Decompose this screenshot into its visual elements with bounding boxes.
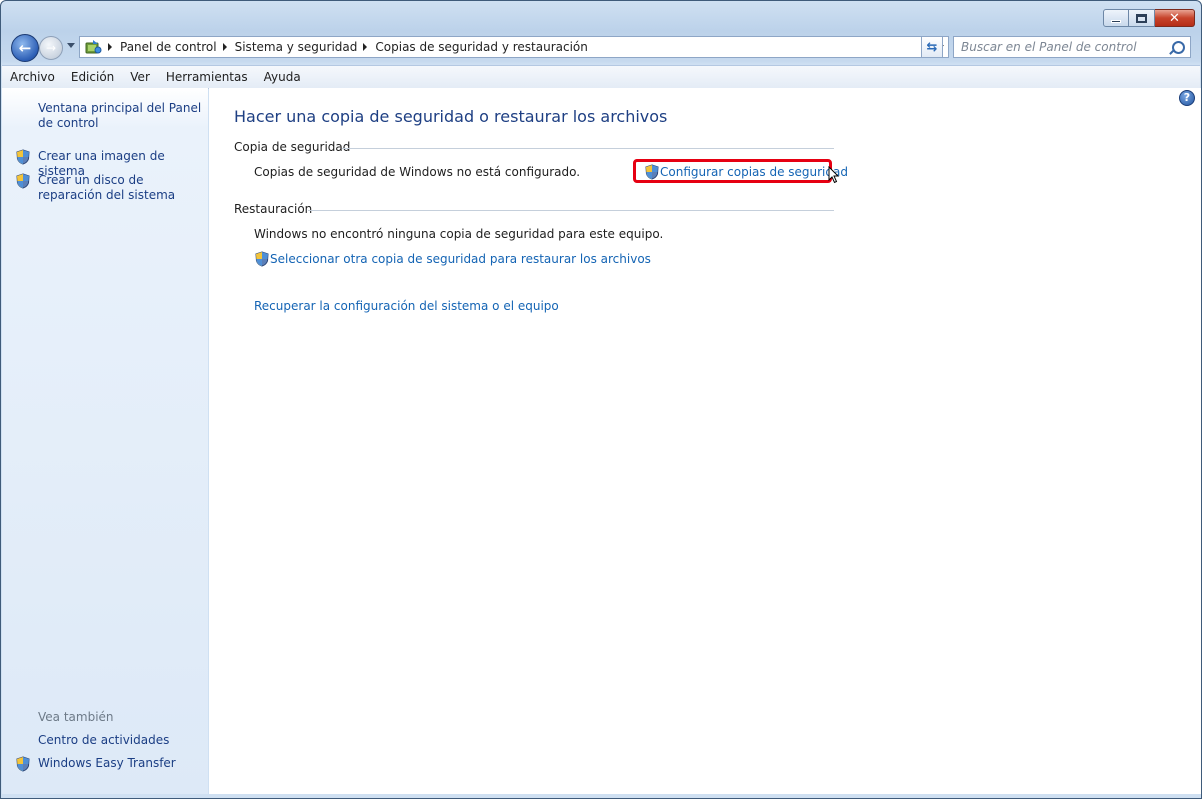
breadcrumb-sistema-y-seguridad[interactable]: Sistema y seguridad bbox=[235, 40, 358, 54]
shield-icon bbox=[16, 149, 30, 165]
search-input[interactable]: Buscar en el Panel de control bbox=[953, 36, 1191, 58]
section-divider bbox=[342, 148, 834, 149]
shield-icon bbox=[255, 251, 269, 267]
menu-ayuda[interactable]: Ayuda bbox=[256, 70, 309, 84]
menu-bar: Archivo Edición Ver Herramientas Ayuda bbox=[2, 65, 1200, 89]
highlight-box bbox=[633, 159, 832, 183]
shield-icon bbox=[16, 173, 30, 189]
restore-section-heading: Restauración bbox=[234, 202, 313, 216]
minimize-icon bbox=[1111, 19, 1121, 23]
forward-button[interactable]: → bbox=[39, 36, 63, 60]
window: ✕ ← → Panel de control Sistema y segurid… bbox=[0, 0, 1202, 799]
forward-icon: → bbox=[45, 41, 57, 55]
control-panel-home-link[interactable]: Ventana principal del Panel de control bbox=[38, 101, 203, 131]
help-icon[interactable]: ? bbox=[1179, 90, 1195, 106]
navigation-bar: ← → Panel de control Sistema y seguridad… bbox=[9, 33, 1195, 62]
create-repair-disc-link[interactable]: Crear un disco de reparación del sistema bbox=[38, 173, 198, 203]
maximize-icon bbox=[1136, 13, 1147, 23]
menu-herramientas[interactable]: Herramientas bbox=[158, 70, 256, 84]
back-button[interactable]: ← bbox=[11, 34, 39, 62]
breadcrumb-copias-de-seguridad[interactable]: Copias de seguridad y restauración bbox=[375, 40, 587, 54]
close-icon: ✕ bbox=[1169, 10, 1180, 26]
backup-section-heading: Copia de seguridad bbox=[234, 140, 351, 154]
menu-ver[interactable]: Ver bbox=[122, 70, 158, 84]
refresh-icon: ⇆ bbox=[926, 39, 938, 55]
caption-buttons: ✕ bbox=[1103, 9, 1195, 27]
breadcrumb-panel-de-control[interactable]: Panel de control bbox=[120, 40, 217, 54]
maximize-button[interactable] bbox=[1129, 9, 1155, 27]
backup-status-text: Copias de seguridad de Windows no está c… bbox=[254, 165, 581, 179]
menu-archivo[interactable]: Archivo bbox=[2, 70, 63, 84]
menu-edicion[interactable]: Edición bbox=[63, 70, 122, 84]
search-icon[interactable] bbox=[1172, 41, 1185, 54]
task-pane: Ventana principal del Panel de control C… bbox=[2, 88, 208, 794]
search-placeholder: Buscar en el Panel de control bbox=[961, 40, 1137, 54]
refresh-button[interactable]: ⇆ bbox=[921, 36, 943, 58]
windows-easy-transfer-link[interactable]: Windows Easy Transfer bbox=[38, 756, 176, 771]
breadcrumb-separator[interactable] bbox=[108, 43, 112, 51]
minimize-button[interactable] bbox=[1103, 9, 1129, 27]
section-divider bbox=[308, 210, 834, 211]
shield-icon bbox=[16, 756, 30, 772]
cursor-icon bbox=[828, 166, 840, 184]
back-icon: ← bbox=[18, 39, 32, 57]
recover-system-settings-link[interactable]: Recuperar la configuración del sistema o… bbox=[254, 299, 559, 313]
control-panel-icon bbox=[85, 40, 102, 54]
breadcrumb-separator[interactable] bbox=[363, 43, 368, 51]
breadcrumb-separator[interactable] bbox=[222, 43, 227, 51]
content-pane: ? Hacer una copia de seguridad o restaur… bbox=[209, 88, 1201, 794]
action-center-link[interactable]: Centro de actividades bbox=[38, 733, 169, 748]
recent-pages-dropdown[interactable] bbox=[67, 43, 75, 48]
select-other-backup-link[interactable]: Seleccionar otra copia de seguridad para… bbox=[270, 252, 651, 266]
see-also-heading: Vea también bbox=[38, 710, 114, 724]
restore-status-text: Windows no encontró ninguna copia de seg… bbox=[254, 227, 664, 241]
page-title: Hacer una copia de seguridad o restaurar… bbox=[234, 107, 668, 126]
close-button[interactable]: ✕ bbox=[1155, 9, 1195, 27]
address-bar[interactable]: Panel de control Sistema y seguridad Cop… bbox=[79, 36, 949, 58]
